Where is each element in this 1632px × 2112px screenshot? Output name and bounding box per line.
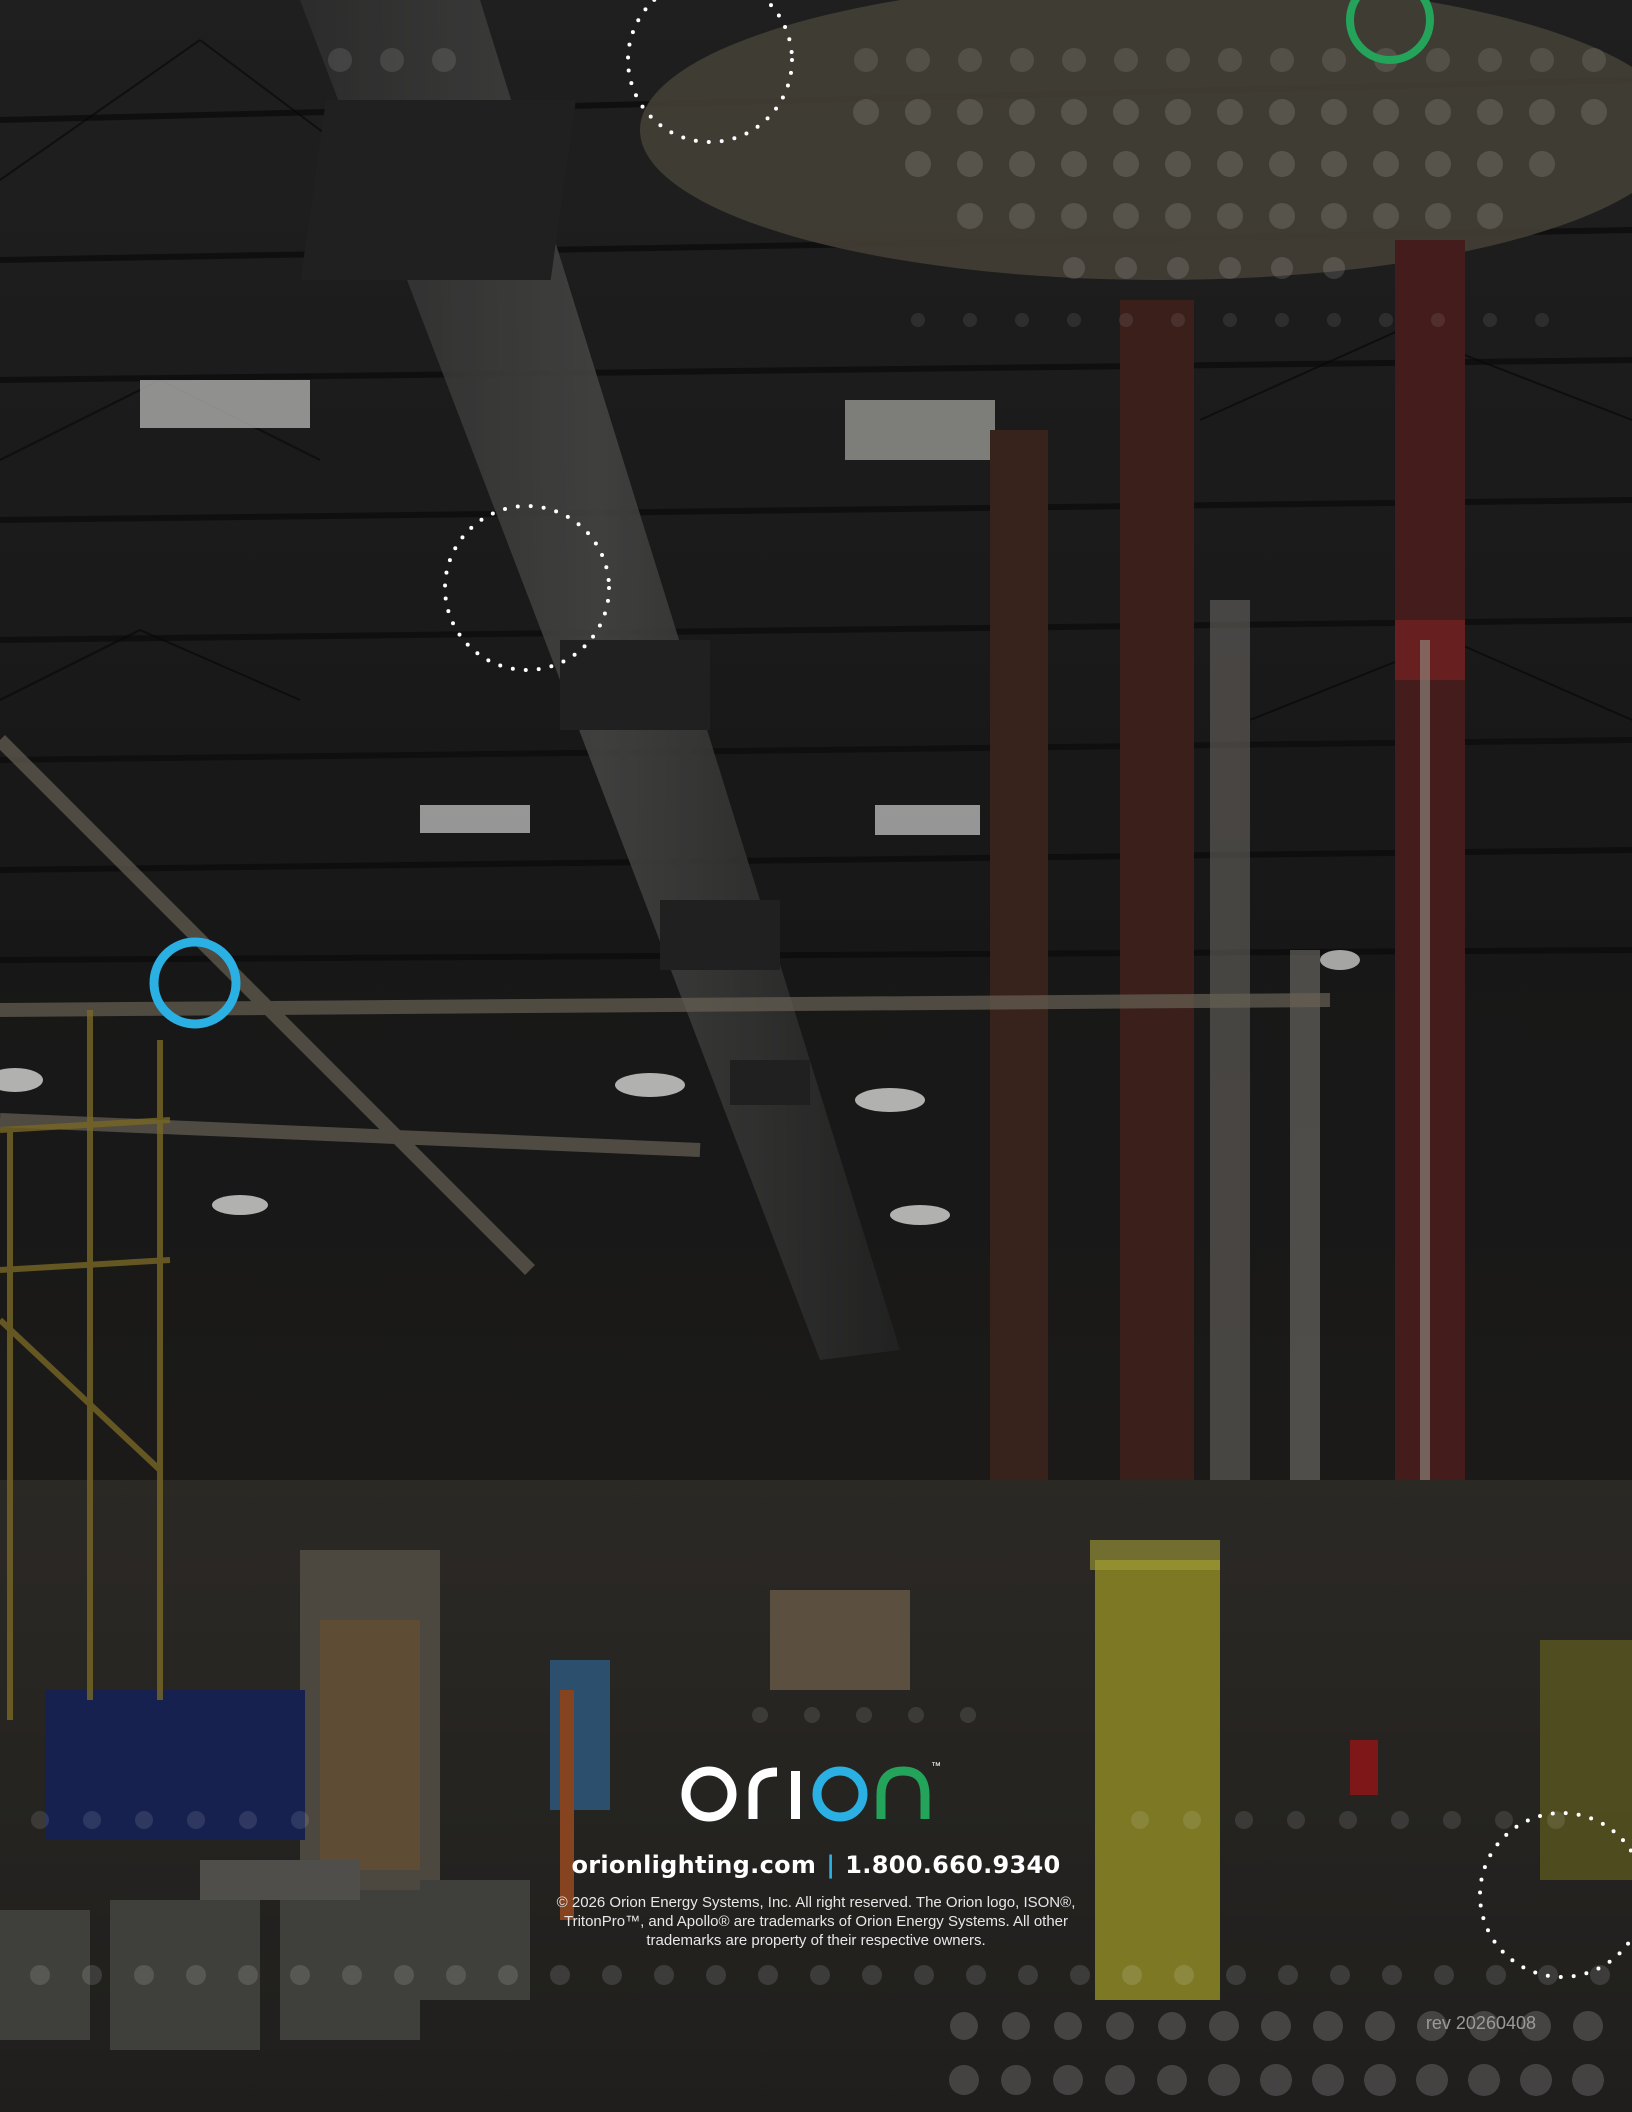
trademark-symbol: ™	[931, 1761, 941, 1772]
revision-label: rev 20260408	[1425, 2013, 1536, 2033]
contact-separator: |	[826, 1851, 836, 1879]
orion-logo[interactable]: ™	[681, 1755, 951, 1825]
website-link[interactable]: orionlighting.com	[571, 1851, 816, 1879]
phone-number[interactable]: 1.800.660.9340	[845, 1851, 1060, 1879]
footer: ™ orionlighting.com | 1.800.660.9340 © 202…	[0, 1755, 1632, 1950]
contact-line: orionlighting.com | 1.800.660.9340	[0, 1851, 1632, 1879]
legal-notice: © 2026 Orion Energy Systems, Inc. All ri…	[556, 1894, 1076, 1949]
